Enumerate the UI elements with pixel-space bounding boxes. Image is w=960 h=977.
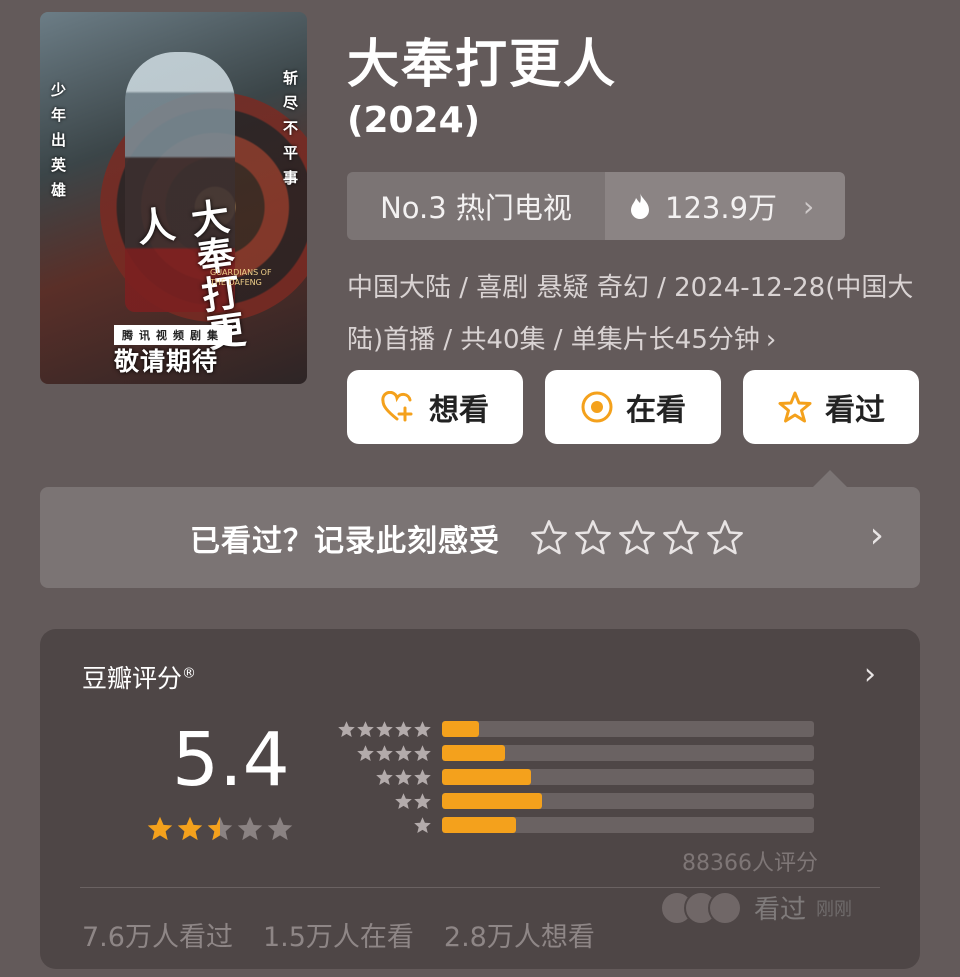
star-filled-icon (177, 816, 203, 841)
record-rating-stars[interactable] (530, 519, 744, 557)
tooltip-pointer (812, 470, 848, 488)
small-star-icon (414, 744, 431, 761)
small-star-icon (338, 720, 355, 737)
registered-mark: ® (182, 665, 197, 682)
recent-activity: 看过 刚刚 (660, 889, 852, 926)
small-star-icon (376, 720, 393, 737)
rating-bar-fill (442, 769, 532, 785)
record-feeling-text: 已看过？记录此刻感受 (190, 523, 500, 559)
rating-score: 5.4 (172, 717, 290, 803)
star-outline-icon[interactable] (574, 519, 612, 557)
rating-bar-stars (336, 768, 432, 787)
rating-bar-row-2 (336, 789, 814, 813)
chevron-right-icon: › (765, 325, 777, 355)
star-outline-icon[interactable] (706, 519, 744, 557)
star-filled-icon (147, 816, 173, 841)
rank-label: No.3 热门电视 (347, 172, 605, 240)
rating-score-stars (146, 815, 294, 843)
rating-bar-row-5 (336, 717, 814, 741)
rating-header-text: 豆瓣评分 (82, 664, 183, 693)
rating-bar-track (442, 745, 814, 761)
watched-button[interactable]: 看过 (743, 370, 919, 444)
watched-count: 7.6万人看过 (82, 922, 233, 953)
rating-bar-fill (442, 721, 480, 737)
small-star-icon (414, 720, 431, 737)
chevron-right-icon: › (869, 515, 884, 556)
poster-coming-text: 敬请期待 (114, 347, 219, 376)
star-half-icon (207, 816, 233, 841)
avatar (708, 890, 742, 925)
watching-button[interactable]: 在看 (545, 370, 721, 444)
rating-bar-stars (336, 792, 432, 811)
star-outline-icon[interactable] (618, 519, 656, 557)
small-star-icon (376, 744, 393, 761)
star-outline-icon (778, 391, 812, 423)
small-star-icon (395, 744, 412, 761)
heat-value: 123.9万 (665, 191, 778, 225)
page-title: 大奉打更人 (347, 35, 618, 95)
chevron-right-icon[interactable]: › (864, 657, 876, 692)
chevron-right-icon: › (803, 189, 815, 223)
rank-banner[interactable]: No.3 热门电视 123.9万 › (347, 172, 845, 240)
want-to-watch-button[interactable]: 想看 (347, 370, 523, 444)
small-star-icon (414, 816, 431, 833)
heat-section[interactable]: 123.9万 › (605, 172, 845, 240)
rating-bar-fill (442, 793, 543, 809)
star-outline-icon[interactable] (662, 519, 700, 557)
small-star-icon (357, 744, 374, 761)
rating-count: 88366人评分 (682, 851, 818, 876)
small-star-icon (395, 768, 412, 785)
record-feeling-card[interactable]: 已看过？记录此刻感受 › (40, 487, 920, 588)
star-empty-icon (237, 816, 263, 841)
recent-watched-text: 看过 (754, 895, 807, 925)
watching-count: 1.5万人在看 (262, 922, 414, 953)
poster-left-slogan: 少年出英雄 (49, 82, 67, 207)
rating-bar-fill (442, 817, 517, 833)
rating-bar-stars (336, 720, 432, 739)
star-empty-icon (267, 816, 293, 841)
small-star-icon (414, 768, 431, 785)
star-outline-icon[interactable] (530, 519, 568, 557)
rating-bar-fill (442, 745, 506, 761)
action-buttons: 想看 在看 看过 (347, 370, 919, 444)
rating-bar-row-3 (336, 765, 814, 789)
rating-distribution (336, 717, 814, 837)
release-year: (2024) (347, 100, 481, 141)
rating-bar-track (442, 721, 814, 737)
rating-bar-stars (336, 744, 432, 763)
rating-bar-row-4 (336, 741, 814, 765)
metadata-text: 中国大陆 / 喜剧 悬疑 奇幻 / 2024-12-28(中国大陆)首播 / 共… (347, 273, 914, 355)
poster-image[interactable]: 少年出英雄 斩尽不平事 大奉打更人 GUARDIANS OF THE DAFEN… (40, 12, 307, 384)
rating-bar-row-1 (336, 813, 814, 837)
rating-bar-track (442, 793, 814, 809)
heart-plus-icon (381, 391, 413, 422)
flame-icon (631, 193, 649, 219)
recent-time-text: 刚刚 (816, 898, 853, 920)
douban-rating-card[interactable]: 豆瓣评分® › 5.4 88366人评分 看过 刚刚 7.6万人看过 1.5万人… (40, 629, 920, 969)
poster-english-title: GUARDIANS OF THE DAFENG (210, 268, 272, 287)
want-to-watch-label: 想看 (429, 393, 489, 428)
small-star-icon (395, 720, 412, 737)
watched-label: 看过 (825, 393, 885, 428)
divider (80, 887, 880, 888)
watching-label: 在看 (626, 393, 686, 428)
show-metadata[interactable]: 中国大陆 / 喜剧 悬疑 奇幻 / 2024-12-28(中国大陆)首播 / 共… (347, 262, 927, 366)
rating-header: 豆瓣评分® (82, 659, 196, 695)
want-to-watch-count: 2.8万人想看 (443, 922, 595, 953)
small-star-icon (357, 720, 374, 737)
small-star-icon (376, 768, 393, 785)
small-star-icon (414, 792, 431, 809)
small-star-icon (395, 792, 412, 809)
target-icon (581, 391, 613, 423)
rating-bar-track (442, 817, 814, 833)
poster-right-slogan: 斩尽不平事 (281, 70, 299, 195)
audience-stats: 7.6万人看过 1.5万人在看 2.8万人想看 (82, 915, 595, 954)
rating-bar-stars (336, 816, 432, 835)
rating-bar-track (442, 769, 814, 785)
